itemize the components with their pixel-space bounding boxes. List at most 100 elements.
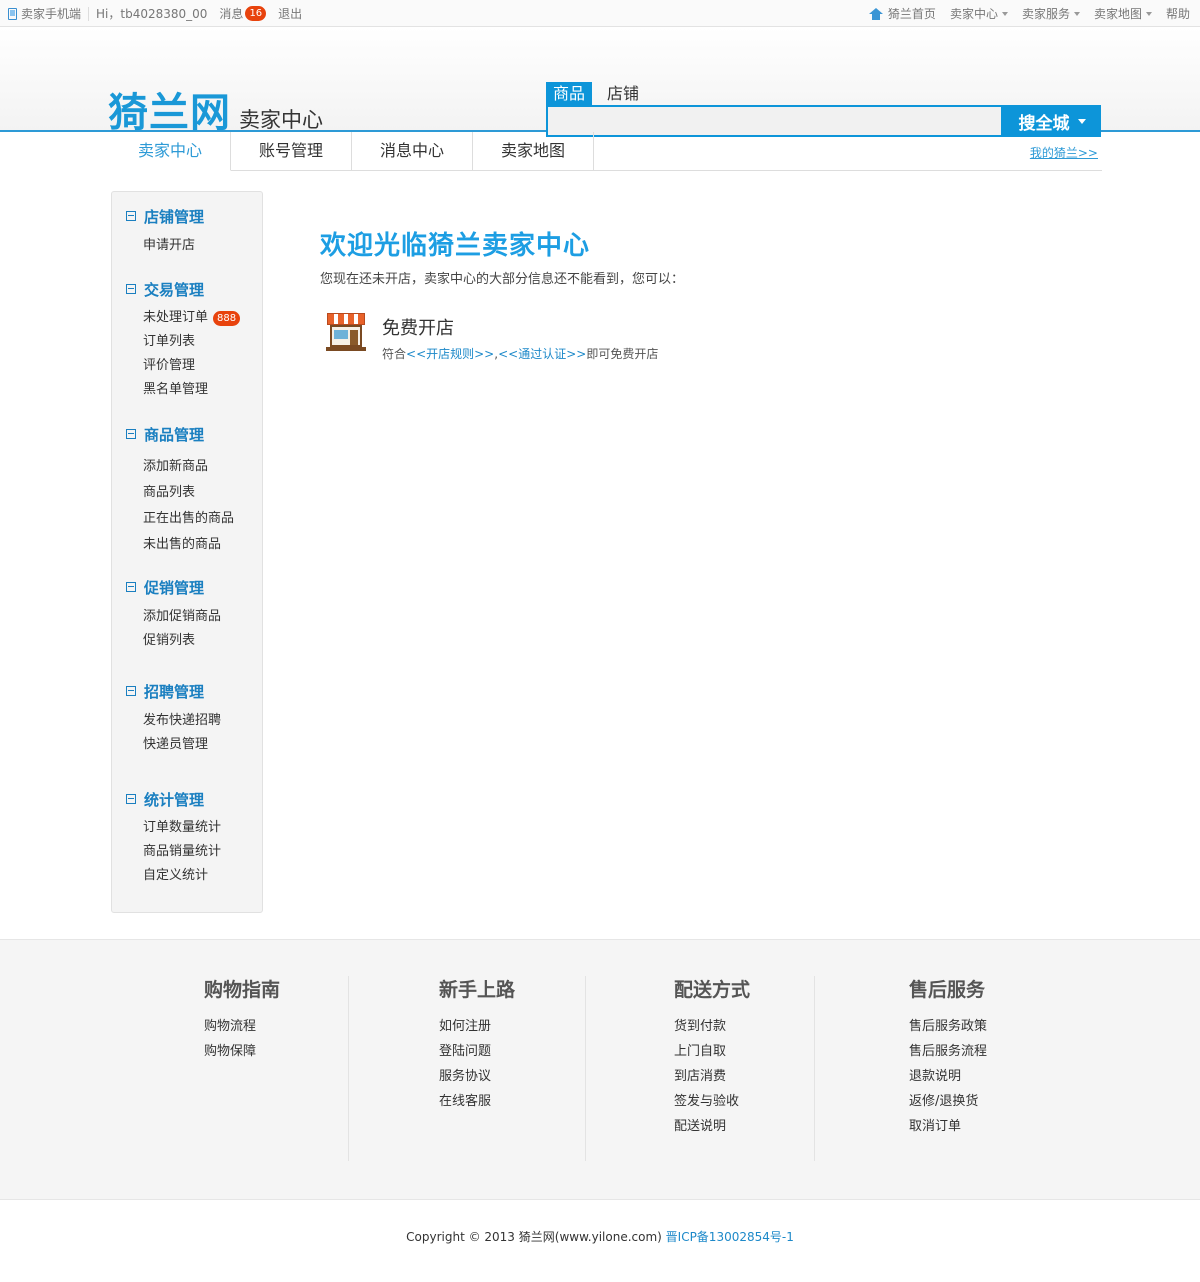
main-nav: 卖家中心 账号管理 消息中心 卖家地图 我的猗兰>> (110, 132, 1102, 171)
footer-link[interactable]: 签发与验收 (674, 1089, 750, 1114)
sidebar-item-order-list[interactable]: 订单列表 (143, 330, 262, 354)
sidebar-item-sales-stats[interactable]: 商品销量统计 (143, 840, 262, 864)
sidebar-group-title[interactable]: 促销管理 (112, 577, 262, 597)
home-link[interactable]: 猗兰首页 (888, 5, 936, 22)
sidebar-item-courier-management[interactable]: 快递员管理 (143, 733, 262, 757)
pending-orders-badge: 888 (213, 310, 241, 326)
desc-suffix: 即可免费开店 (586, 347, 659, 361)
seller-service-label: 卖家服务 (1021, 7, 1070, 21)
tab-seller-center[interactable]: 卖家中心 (110, 132, 231, 171)
sidebar-group-label: 统计管理 (144, 790, 205, 809)
tab-seller-map[interactable]: 卖家地图 (473, 132, 594, 170)
message-count-badge: 16 (245, 6, 267, 21)
welcome-title: 欢迎光临猗兰卖家中心 (320, 231, 591, 261)
footer-link[interactable]: 返修/退换货 (909, 1089, 987, 1114)
sidebar-group-title[interactable]: 店铺管理 (112, 206, 262, 226)
seller-mobile-link[interactable]: 卖家手机端 (21, 5, 81, 22)
sidebar-item-add-goods[interactable]: 添加新商品 (143, 454, 262, 480)
sidebar-group-label: 促销管理 (144, 578, 205, 597)
sidebar-item-post-courier-job[interactable]: 发布快递招聘 (143, 709, 262, 733)
footer-col-newbie: 新手上路 如何注册 登陆问题 服务协议 在线客服 (439, 975, 515, 1160)
icp-link[interactable]: 晋ICP备13002854号-1 (666, 1230, 794, 1244)
search-button-label: 搜全城 (1018, 113, 1070, 134)
chevron-down-icon (1145, 11, 1152, 16)
footer-divider (585, 976, 586, 1161)
search-tab-shops[interactable]: 店铺 (600, 82, 646, 105)
sidebar: 店铺管理 申请开店 交易管理 未处理订单 888 订单列表 评价管理 黑名单管理… (111, 191, 263, 913)
shop-rules-link[interactable]: <<开店规则>> (406, 347, 494, 361)
sidebar-item-not-on-sale[interactable]: 未出售的商品 (143, 532, 262, 558)
sidebar-group-title[interactable]: 统计管理 (112, 789, 262, 809)
footer-link[interactable]: 购物保障 (204, 1039, 280, 1064)
messages-link[interactable]: 消息 16 (219, 5, 267, 22)
footer-link[interactable]: 配送说明 (674, 1114, 750, 1139)
certification-link[interactable]: <<通过认证>> (498, 347, 586, 361)
logo[interactable]: 猗兰网 卖家中心 (108, 91, 323, 135)
sidebar-group-statistics: 统计管理 订单数量统计 商品销量统计 自定义统计 (112, 789, 262, 888)
footer-link[interactable]: 登陆问题 (439, 1039, 515, 1064)
sidebar-group-label: 交易管理 (144, 280, 205, 299)
mobile-phone-icon (8, 7, 17, 20)
footer-link[interactable]: 取消订单 (909, 1114, 987, 1139)
footer-link[interactable]: 购物流程 (204, 1014, 280, 1039)
search-tab-goods[interactable]: 商品 (546, 82, 593, 105)
footer-col-after-sales: 售后服务 售后服务政策 售后服务流程 退款说明 返修/退换货 取消订单 (909, 975, 987, 1160)
sidebar-item-promotion-list[interactable]: 促销列表 (143, 629, 262, 653)
sidebar-item-custom-stats[interactable]: 自定义统计 (143, 864, 262, 888)
footer-divider (814, 976, 815, 1161)
intro-text: 您现在还未开店，卖家中心的大部分信息还不能看到，您可以： (320, 272, 685, 287)
sidebar-item-reviews[interactable]: 评价管理 (143, 354, 262, 378)
footer-link[interactable]: 售后服务流程 (909, 1039, 987, 1064)
footer-link[interactable]: 上门自取 (674, 1039, 750, 1064)
free-open-shop-title[interactable]: 免费开店 (382, 314, 658, 340)
sidebar-item-add-promotion[interactable]: 添加促销商品 (143, 605, 262, 629)
collapse-icon (126, 582, 136, 592)
footer-link[interactable]: 货到付款 (674, 1014, 750, 1039)
brand-logo-text: 猗兰网 (108, 90, 231, 136)
sidebar-group-title[interactable]: 交易管理 (112, 279, 262, 299)
footer-link[interactable]: 在线客服 (439, 1089, 515, 1114)
sidebar-group-label: 招聘管理 (144, 682, 205, 701)
tab-account-management[interactable]: 账号管理 (231, 132, 352, 170)
sidebar-group-shop: 店铺管理 申请开店 (112, 206, 262, 258)
sidebar-group-title[interactable]: 招聘管理 (112, 681, 262, 701)
my-yilan-link[interactable]: 我的猗兰>> (1030, 144, 1098, 161)
seller-map-menu[interactable]: 卖家地图 (1094, 5, 1152, 22)
collapse-icon (126, 211, 136, 221)
chevron-down-icon (1001, 11, 1008, 16)
free-open-shop: 免费开店 符合<<开店规则>>,<<通过认证>>即可免费开店 (325, 311, 658, 362)
footer-col-title: 新手上路 (439, 979, 516, 1001)
tab-message-center[interactable]: 消息中心 (352, 132, 473, 170)
storefront-icon[interactable] (325, 311, 367, 353)
logout-link[interactable]: 退出 (278, 5, 302, 22)
top-bar: 卖家手机端 Hi， tb4028380_00 消息 16 退出 猗兰首页 卖家中… (0, 0, 1200, 27)
sidebar-item-on-sale[interactable]: 正在出售的商品 (143, 506, 262, 532)
sidebar-group-recruit: 招聘管理 发布快递招聘 快递员管理 (112, 681, 262, 757)
messages-label: 消息 (219, 7, 244, 21)
search-tabs: 商品 店铺 (546, 82, 646, 105)
sidebar-item-label: 未处理订单 (143, 310, 209, 325)
seller-center-menu[interactable]: 卖家中心 (950, 5, 1008, 22)
footer-link[interactable]: 售后服务政策 (909, 1014, 987, 1039)
footer-link[interactable]: 如何注册 (439, 1014, 515, 1039)
main-content: 欢迎光临猗兰卖家中心 您现在还未开店，卖家中心的大部分信息还不能看到，您可以： … (320, 225, 685, 361)
sidebar-item-pending-orders[interactable]: 未处理订单 888 (143, 306, 262, 330)
footer-link[interactable]: 到店消费 (674, 1064, 750, 1089)
footer-link[interactable]: 服务协议 (439, 1064, 515, 1089)
home-icon (868, 7, 883, 20)
sidebar-item-order-stats[interactable]: 订单数量统计 (143, 816, 262, 840)
footer-link[interactable]: 退款说明 (909, 1064, 987, 1089)
top-bar-right: 猗兰首页 卖家中心 卖家服务 卖家地图 帮助 (868, 5, 1190, 22)
logo-subtitle: 卖家中心 (239, 108, 323, 132)
username-link[interactable]: tb4028380_00 (120, 7, 207, 21)
sidebar-group-title[interactable]: 商品管理 (112, 424, 262, 444)
sidebar-item-goods-list[interactable]: 商品列表 (143, 480, 262, 506)
collapse-icon (126, 284, 136, 294)
seller-service-menu[interactable]: 卖家服务 (1022, 5, 1080, 22)
sidebar-item-blacklist[interactable]: 黑名单管理 (143, 378, 262, 402)
help-link[interactable]: 帮助 (1166, 5, 1190, 22)
shop-text: 免费开店 符合<<开店规则>>,<<通过认证>>即可免费开店 (382, 311, 658, 362)
sidebar-item-apply-shop[interactable]: 申请开店 (143, 234, 262, 258)
top-bar-left: 卖家手机端 Hi， tb4028380_00 消息 16 退出 (8, 5, 302, 22)
sidebar-group-goods: 商品管理 添加新商品 商品列表 正在出售的商品 未出售的商品 (112, 424, 262, 558)
